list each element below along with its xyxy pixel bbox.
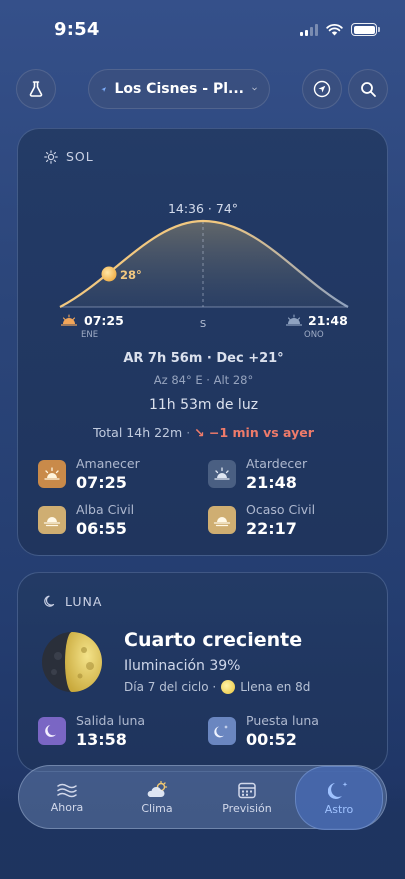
flask-icon (29, 81, 43, 97)
civil-dawn-icon (38, 506, 66, 534)
civil-dawn-label: Alba Civil (76, 502, 135, 517)
calendar-icon (238, 782, 256, 799)
wifi-icon (326, 23, 343, 36)
locate-me-button[interactable] (302, 69, 342, 109)
location-arrow-icon (101, 86, 107, 92)
moonrise-value: 13:58 (76, 730, 127, 749)
sun-arc-fill (60, 221, 348, 307)
tab-ahora[interactable]: Ahora (23, 766, 111, 830)
tab-astro[interactable]: Astro (295, 766, 383, 830)
moon-phase-name: Cuarto creciente (124, 629, 303, 651)
daylight-duration: 11h 53m de luz (148, 397, 259, 413)
civil-dawn-event: Alba Civil 06:55 (38, 502, 134, 538)
tab-ahora-label: Ahora (50, 801, 84, 814)
partly-cloudy-icon (147, 781, 168, 797)
moonrise-event: Salida luna 13:58 (38, 713, 145, 749)
navigation-icon (313, 80, 331, 98)
sunrise-label: Amanecer (76, 456, 140, 471)
moonset-label: Puesta luna (246, 713, 319, 728)
moon-phase-image (42, 632, 102, 692)
sunset-label: Atardecer (246, 456, 308, 471)
moon-cycle-line: Día 7 del ciclo · Llena en 8d (124, 680, 310, 694)
sunset-value: 21:48 (246, 473, 297, 492)
total-light: Total 14h 22m (93, 425, 183, 440)
moonset-event: Puesta luna 00:52 (208, 713, 319, 749)
current-sun-marker (101, 266, 117, 282)
civil-dusk-icon (208, 506, 236, 534)
tab-clima-label: Clima (141, 802, 173, 815)
lab-button[interactable] (16, 69, 56, 109)
sunrise-value: 07:25 (76, 473, 127, 492)
sunrise-marker-icon (61, 314, 77, 326)
moonset-icon (208, 717, 236, 745)
sunset-direction-label: ONO (304, 330, 324, 340)
azimuth-altitude: Az 84° E · Alt 28° (153, 373, 254, 387)
civil-dusk-event: Ocaso Civil 22:17 (208, 502, 315, 538)
bottom-tab-bar: Ahora Clima Previsión Astro (18, 765, 387, 830)
status-bar: 9:54 (0, 0, 405, 58)
moon-cycle-day: Día 7 del ciclo · (124, 680, 217, 694)
chevron-down-icon (252, 87, 257, 91)
tab-astro-label: Astro (324, 803, 354, 816)
current-elevation-label: 28° (120, 268, 142, 282)
sunset-time-label: 21:48 (308, 313, 348, 328)
battery-icon (351, 23, 380, 36)
south-label: S (200, 319, 206, 330)
sunrise-direction-label: ENE (81, 330, 98, 340)
sun-card[interactable]: SOL 28° 14:36 · 74° 07:25 ENE S 21:48 ON… (17, 128, 388, 556)
tab-prevision-label: Previsión (222, 802, 272, 815)
moon-illumination: Iluminación 39% (124, 658, 241, 674)
moonrise-label: Salida luna (76, 713, 146, 728)
sunrise-time-label: 07:25 (84, 313, 124, 328)
location-name: Los Cisnes - Pl... (114, 81, 244, 97)
tab-clima[interactable]: Clima (113, 766, 201, 830)
sunrise-event: Amanecer 07:25 (38, 456, 140, 492)
solar-noon-label: 14:36 · 74° (168, 201, 238, 216)
search-icon (360, 81, 376, 97)
sunset-event: Atardecer 21:48 (208, 456, 307, 492)
total-light-line: Total 14h 22m · ↘ −1 min vs ayer (93, 425, 314, 440)
sunset-marker-icon (286, 314, 302, 326)
top-bar: Los Cisnes - Pl... (16, 69, 389, 109)
civil-dawn-value: 06:55 (76, 519, 127, 538)
daylight-delta: ↘ −1 min vs ayer (194, 425, 314, 440)
civil-dusk-label: Ocaso Civil (246, 502, 316, 517)
sun-path-chart: 28° 14:36 · 74° 07:25 ENE S 21:48 ONO (59, 201, 349, 340)
sunset-icon (208, 460, 236, 488)
moon-icon (44, 595, 55, 607)
status-time: 9:54 (54, 19, 100, 40)
civil-dusk-value: 22:17 (246, 519, 297, 538)
moon-card-title: LUNA (65, 594, 103, 609)
sunrise-icon (38, 460, 66, 488)
moon-card[interactable]: LUNA Cuarto creciente Iluminación 39% Dí… (17, 572, 388, 772)
tab-prevision[interactable]: Previsión (203, 766, 291, 830)
moonrise-icon (38, 717, 66, 745)
full-moon-countdown: Llena en 8d (240, 680, 311, 694)
home-indicator (135, 864, 269, 869)
waves-icon (57, 783, 77, 798)
status-icons (300, 23, 380, 36)
moon-stars-icon (328, 782, 348, 799)
search-button[interactable] (348, 69, 388, 109)
full-moon-icon (221, 680, 236, 694)
cellular-signal-icon (300, 23, 318, 36)
location-selector[interactable]: Los Cisnes - Pl... (88, 69, 270, 109)
right-ascension-declination: AR 7h 56m · Dec +21° (123, 351, 284, 366)
moonset-value: 00:52 (246, 730, 297, 749)
moon-card-header: LUNA (44, 594, 102, 609)
